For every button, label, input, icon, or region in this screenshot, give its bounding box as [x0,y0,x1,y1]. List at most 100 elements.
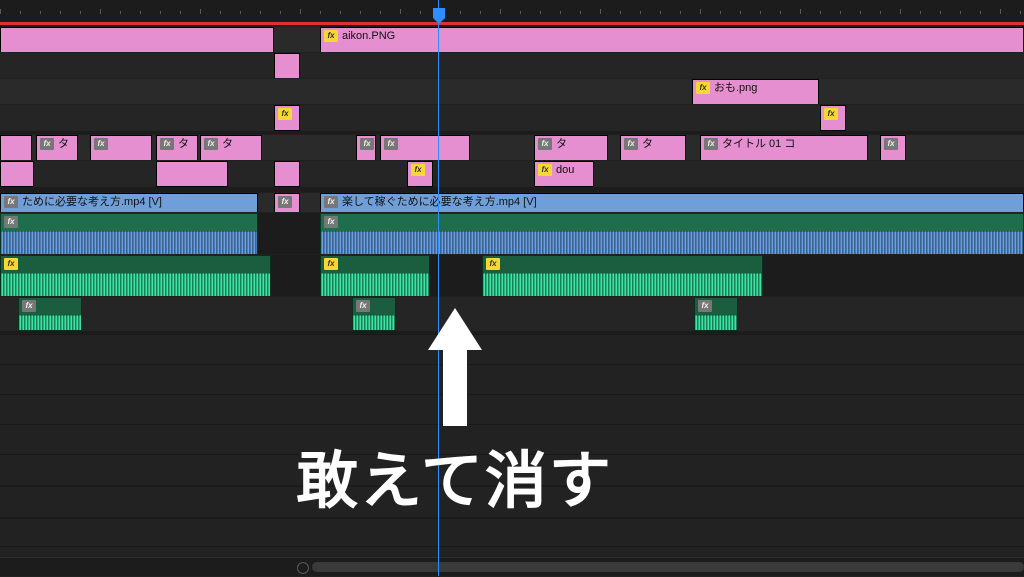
clip-label: dou [556,163,574,177]
clip[interactable]: fx [820,105,846,131]
waveform [695,315,737,330]
clip[interactable]: fx タ [534,135,608,161]
fx-badge: fx [22,300,36,312]
fx-badge: fx [704,138,718,150]
fx-badge: fx [324,30,338,42]
fx-badge: fx [278,196,292,208]
clip[interactable]: fx タ [156,135,198,161]
clip-label: タイトル 01 コ [722,137,795,151]
annotation-text: 敢えて消す [296,430,613,520]
fx-badge: fx [4,258,18,270]
clip[interactable]: fx [90,135,152,161]
fx-badge: fx [204,138,218,150]
fx-badge: fx [411,164,425,176]
clip[interactable] [274,161,300,187]
fx-badge: fx [696,82,710,94]
clip[interactable]: fx タ [36,135,78,161]
clip[interactable]: fx タイトル 01 コ [700,135,868,161]
fx-badge: fx [360,138,374,150]
clip-label: タ [222,137,233,151]
clip[interactable]: fx [407,161,433,187]
horizontal-scrollbar[interactable] [0,557,1024,576]
fx-badge: fx [324,196,338,208]
track-t_v4[interactable]: fx おも.png [0,78,1024,105]
fx-badge: fx [324,216,338,228]
work-area-bar[interactable] [0,22,1024,25]
clip-label: タ [642,137,653,151]
waveform [1,273,270,296]
clip[interactable]: fx ために必要な考え方.mp4 [V] [0,193,258,213]
fx-badge: fx [40,138,54,150]
waveform [321,231,1023,254]
empty-track[interactable] [0,394,1024,425]
clip[interactable]: fx [356,135,376,161]
clip[interactable]: fx タ [200,135,262,161]
clip[interactable]: fx [352,297,396,331]
fx-badge: fx [824,108,838,120]
clip[interactable]: fx [482,255,763,297]
clip-label: aikon.PNG [342,29,395,43]
clip[interactable]: fx タ [620,135,686,161]
clip[interactable] [0,161,34,187]
clip[interactable] [0,135,32,161]
clip[interactable]: fx おも.png [692,79,819,105]
waveform [353,315,395,330]
zoom-handle[interactable] [297,562,309,574]
clip[interactable]: fx [380,135,470,161]
track-t_v1[interactable]: fx ために必要な考え方.mp4 [V] fx fx 楽して稼ぐために必要な考え方.mp… [0,192,1024,213]
fx-badge: fx [884,138,898,150]
clip[interactable] [0,27,274,53]
fx-badge: fx [4,196,18,208]
waveform [1,231,257,254]
track-t_v3b[interactable]: fx fx [0,104,1024,131]
clip[interactable]: fx [320,255,430,297]
track-t_v6[interactable]: fx aikon.PNG [0,26,1024,53]
track-t_a1[interactable]: fx fx [0,212,1024,255]
clip-label: 楽して稼ぐために必要な考え方.mp4 [V] [342,195,537,209]
track-t_a2[interactable]: fx fx fx [0,254,1024,297]
fx-badge: fx [4,216,18,228]
clip-label: タ [556,137,567,151]
fx-badge: fx [160,138,174,150]
clip-label: おも.png [714,81,757,95]
fx-badge: fx [538,164,552,176]
fx-badge: fx [94,138,108,150]
track-t_v3[interactable]: fxタfxfxタfxタfxfxfxタfxタfxタイトル 01 コfx [0,134,1024,161]
clip[interactable]: fx [0,255,271,297]
clip[interactable]: fx [320,213,1024,255]
fx-badge: fx [356,300,370,312]
clip[interactable]: fx [18,297,82,331]
track-t_v5[interactable] [0,52,1024,79]
fx-badge: fx [624,138,638,150]
clip[interactable]: fx [274,193,300,213]
track-t_a3[interactable]: fx fx fx [0,296,1024,331]
clip[interactable]: fx [0,213,258,255]
scrollbar-thumb[interactable] [312,562,1024,572]
fx-badge: fx [538,138,552,150]
clip-label: タ [58,137,69,151]
fx-badge: fx [324,258,338,270]
empty-track[interactable] [0,334,1024,365]
fx-badge: fx [278,108,292,120]
timeline-ruler[interactable] [0,0,1024,22]
fx-badge: fx [698,300,712,312]
clip[interactable]: fxdou [534,161,594,187]
clip[interactable]: fx aikon.PNG [320,27,1024,53]
clip-label: ために必要な考え方.mp4 [V] [22,195,162,209]
clip[interactable]: fx [880,135,906,161]
waveform [19,315,81,330]
clip[interactable] [274,53,300,79]
waveform [321,273,429,296]
empty-track[interactable] [0,518,1024,549]
empty-track[interactable] [0,364,1024,395]
fx-badge: fx [384,138,398,150]
clip[interactable]: fx [694,297,738,331]
clip[interactable]: fx 楽して稼ぐために必要な考え方.mp4 [V] [320,193,1024,213]
clip-label: タ [178,137,189,151]
track-t_v2[interactable]: fxfxdou [0,160,1024,187]
fx-badge: fx [486,258,500,270]
annotation-arrow [420,308,490,431]
waveform [483,273,762,296]
clip[interactable]: fx [274,105,300,131]
clip[interactable] [156,161,228,187]
